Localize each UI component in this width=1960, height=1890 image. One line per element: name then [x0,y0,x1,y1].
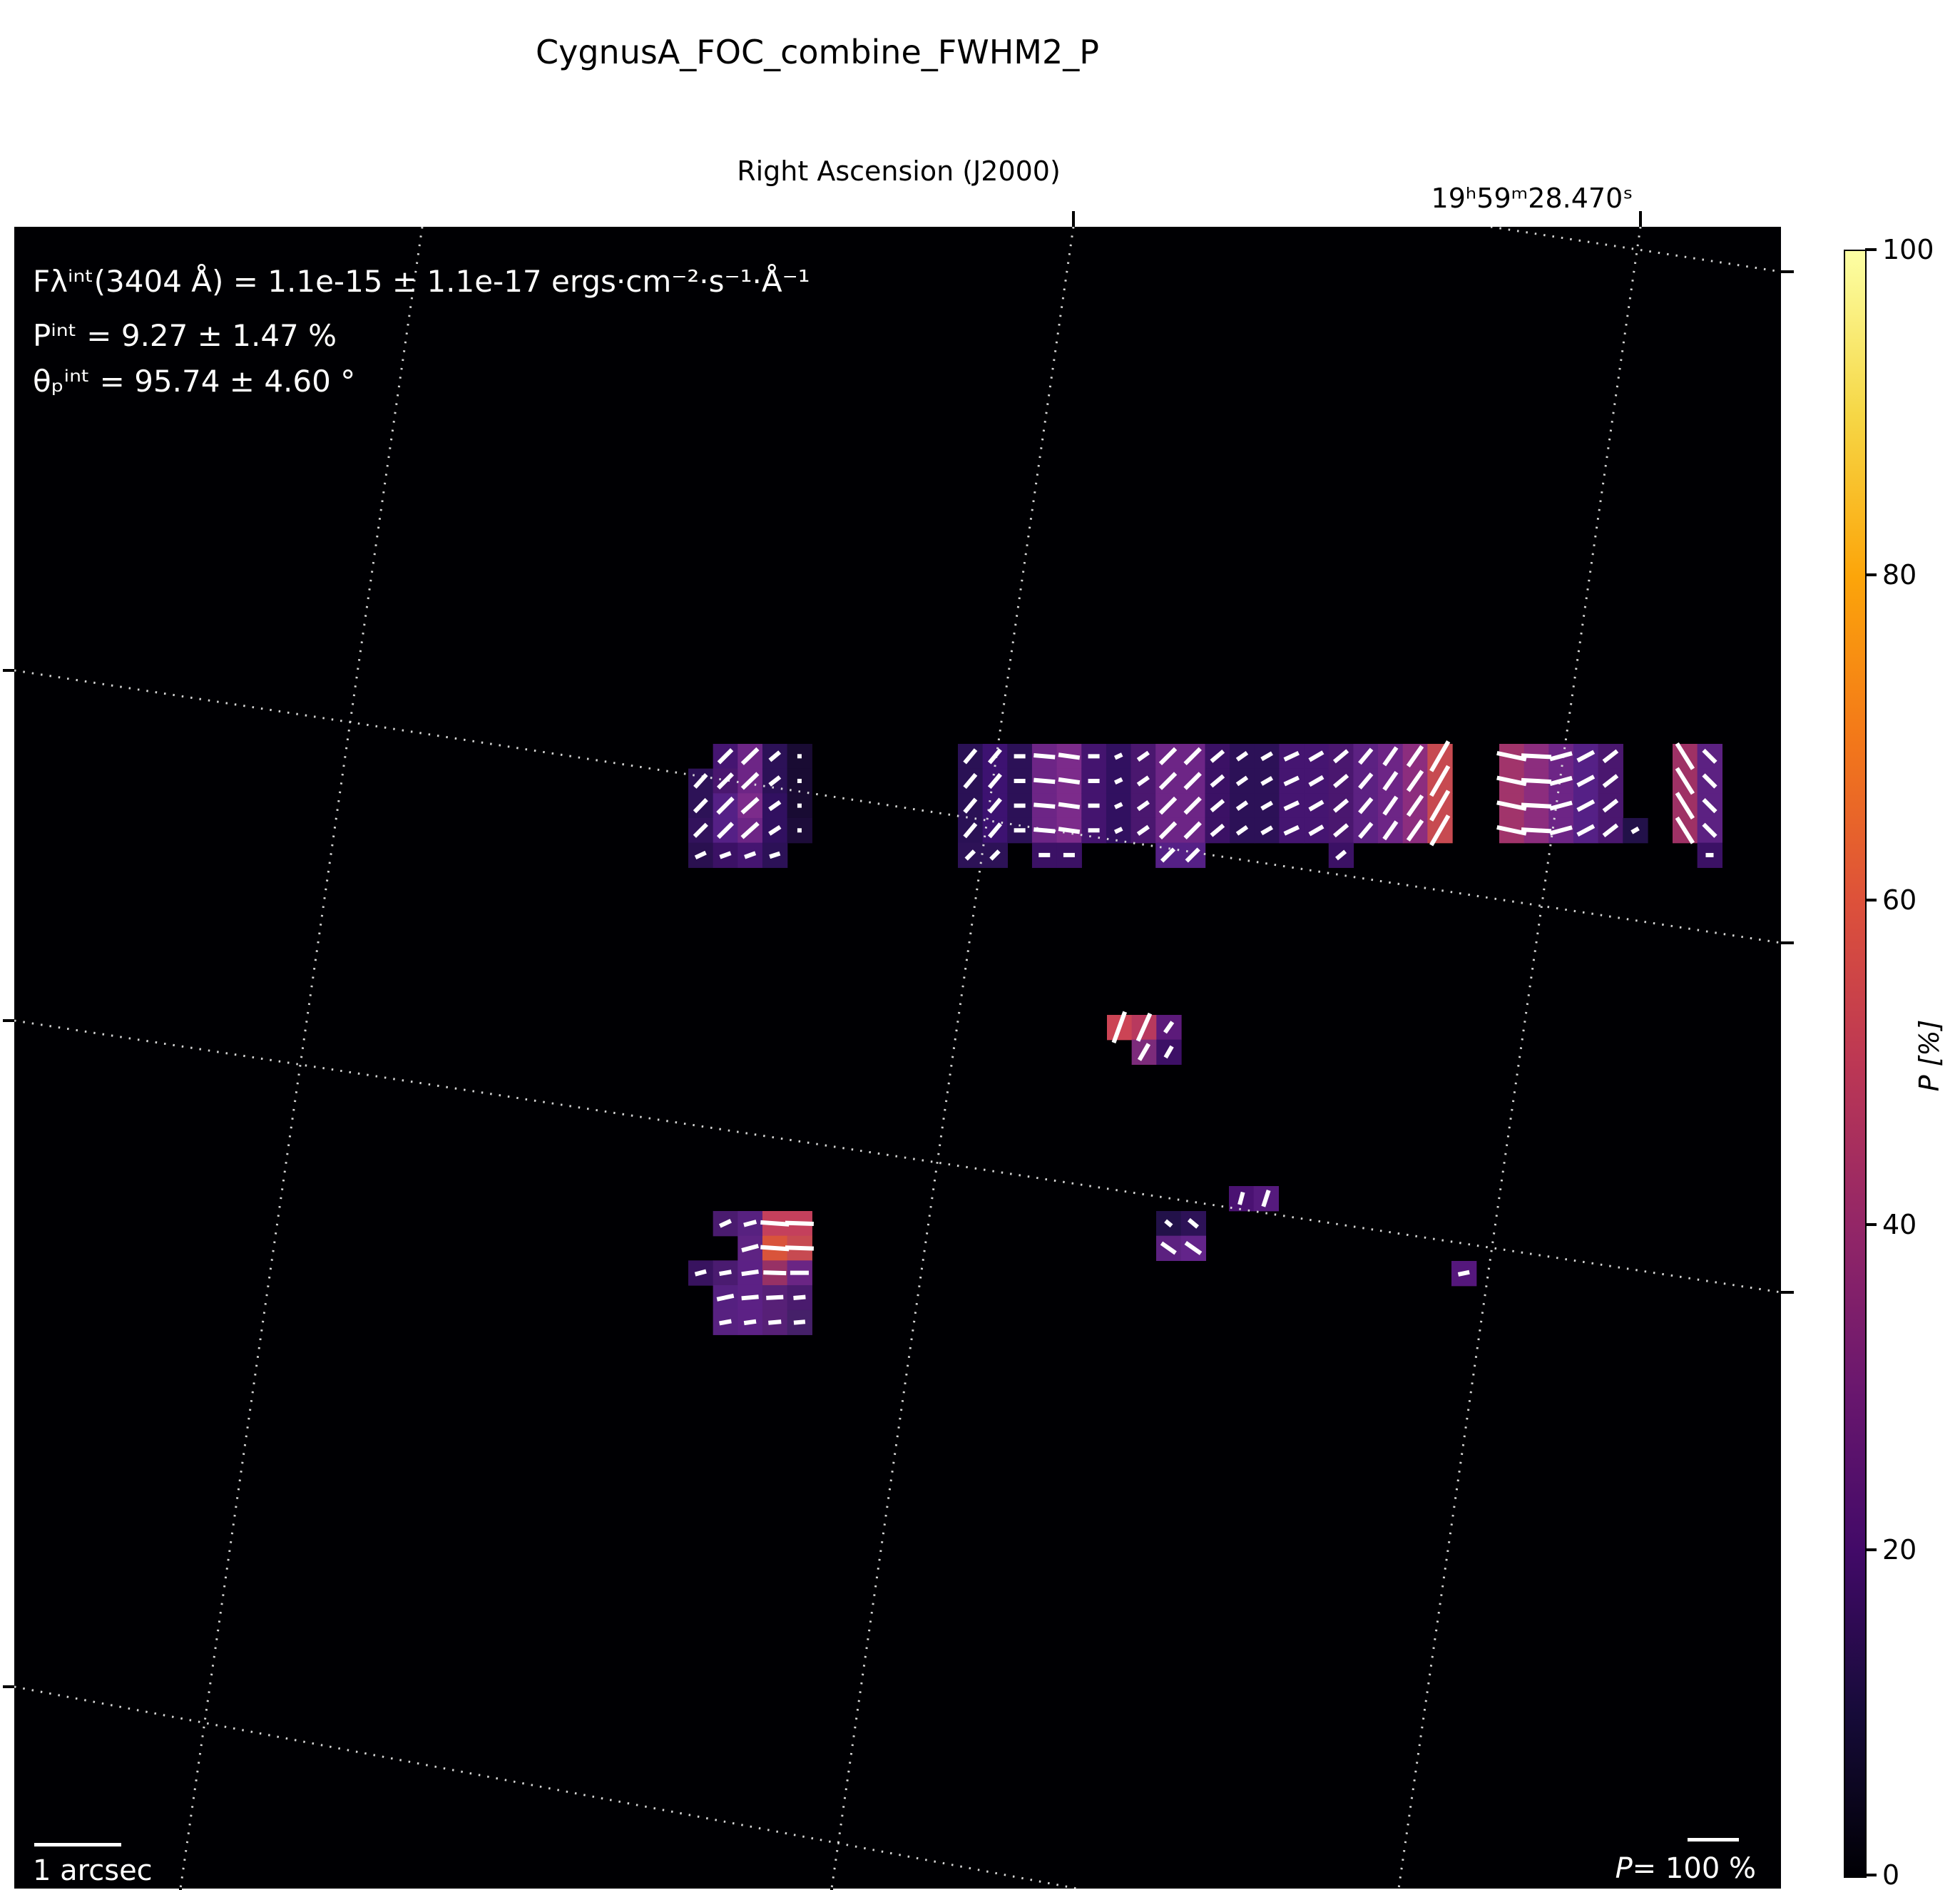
polarization-vector [760,1220,790,1227]
colorbar-tick-label: 100 [1882,234,1934,265]
polarization-vector [741,1294,759,1301]
right-axis-tick [1781,941,1794,944]
colorbar-gradient [1844,250,1867,1878]
colorbar-tick-label: 80 [1882,558,1917,591]
polarization-vector [1457,1270,1470,1277]
polarization-vector [1521,827,1552,834]
polarization-vector [768,1319,782,1325]
polarization-vector [1058,777,1081,785]
polarization-vector [719,1270,732,1277]
left-axis-tick [3,669,14,672]
polarization-vector [1113,777,1123,785]
colorbar-tick-label: 60 [1882,884,1917,916]
flux-annotation: Fλⁱⁿᵗ(3404 Å) = 1.1e-15 ± 1.1e-17 ergs·c… [33,264,810,299]
polarization-vector [743,1319,757,1326]
polarization-vector [719,1319,732,1326]
polarization-vector [1033,753,1056,760]
polarization-scalebar-value: 100 % [1656,1852,1756,1885]
polarization-scalebar-label: P= 100 % [1541,1852,1756,1885]
polarization-vector [1113,802,1123,809]
polarization-vector [741,1269,759,1277]
top-axis-tick [1639,211,1642,227]
figure-title: CygnusA_FOC_combine_FWHM2_P [536,33,1099,71]
colorbar-tick [1865,898,1877,901]
polarization-vector [766,1294,784,1300]
polarization-vector [1058,827,1081,834]
polarization-vector [1521,753,1552,760]
top-axis-tick [1072,211,1075,227]
ra-axis-label: Right Ascension (J2000) [737,155,1061,187]
arcsec-scalebar-label: 1 arcsec [33,1854,153,1887]
colorbar-tick-label: 20 [1882,1534,1917,1566]
colorbar-tick [1865,248,1877,251]
colorbar-tick [1865,1874,1877,1876]
colorbar-axis-label: P [%] [1914,1019,1945,1092]
polarization-vector [1058,752,1081,760]
colorbar-tick-label: 0 [1882,1859,1900,1890]
arcsec-scalebar [34,1843,121,1846]
ra-tick-label: 19ʰ59ᵐ28.470ˢ [1431,183,1633,214]
polarization-vector [793,1294,806,1301]
figure-page: CygnusA_FOC_combine_FWHM2_P Right Ascens… [0,0,1960,1890]
polarization-vector [760,1245,790,1252]
polarization-vector [1033,802,1056,809]
angle-annotation: θₚⁱⁿᵗ = 95.74 ± 4.60 ° [33,364,356,399]
polarization-vector [1113,827,1123,834]
left-axis-tick [3,1019,14,1022]
right-axis-tick [1781,1291,1794,1294]
polarization-vector [763,1270,787,1276]
polarization-scalebar-math: P= [1615,1852,1657,1885]
polarization-scalebar [1688,1838,1739,1842]
polarization-vector [785,1245,815,1251]
colorbar-tick [1865,1223,1877,1227]
polarization-vector [1033,827,1056,834]
polarization-vector [1521,777,1552,785]
polarization-vector [694,1269,707,1277]
right-axis-tick [1781,270,1794,273]
polarization-vector [1033,777,1056,785]
polarization-vector [785,1220,815,1227]
polarization-map-plot [14,227,1781,1889]
polarization-vector [1058,802,1081,809]
polarization-vector [1113,752,1123,760]
polarization-vector [1521,802,1552,809]
colorbar-tick [1865,1548,1877,1552]
left-axis-tick [3,1685,14,1688]
colorbar-tick-label: 40 [1882,1209,1917,1241]
polarization-annotation: Pⁱⁿᵗ = 9.27 ± 1.47 % [33,318,337,353]
plot-background [14,227,1781,1889]
colorbar-tick [1865,573,1877,576]
